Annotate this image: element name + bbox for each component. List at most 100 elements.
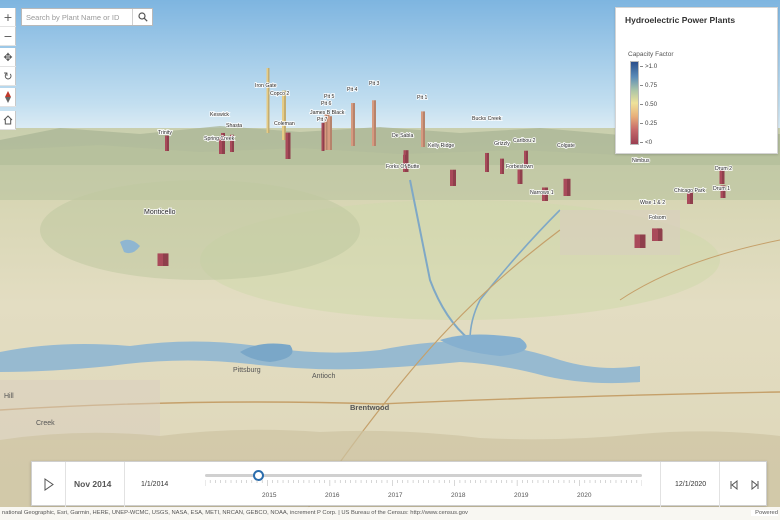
plant-column-shade xyxy=(353,103,355,146)
valley-vegetation xyxy=(40,180,360,280)
navigation-controls: ✥ ↻ xyxy=(0,48,16,86)
legend-stop-label: <0 xyxy=(645,139,653,146)
year-label: 2019 xyxy=(514,492,529,499)
plant-column-shade xyxy=(423,111,425,147)
plant-label: Coleman xyxy=(274,121,295,127)
legend-title: Hydroelectric Power Plants xyxy=(625,15,736,25)
rotate-icon: ↻ xyxy=(3,69,13,83)
place-label-brentwood: Brentwood xyxy=(350,403,390,412)
urban-area xyxy=(0,380,160,440)
plant-label: Shasta xyxy=(226,123,242,129)
slider-track[interactable] xyxy=(205,474,642,477)
plant-column-shade xyxy=(284,90,286,140)
powered-by-link[interactable]: Powered xyxy=(751,510,778,516)
plant-label: Kelly Ridge xyxy=(428,143,454,149)
place-label-antioch: Antioch xyxy=(312,373,335,380)
zoom-in-button[interactable]: + xyxy=(0,8,16,27)
plant-column-shade xyxy=(167,135,169,151)
pan-button[interactable]: ✥ xyxy=(0,48,16,67)
plant-label: Wise 1 & 2 xyxy=(640,200,665,206)
year-label: 2020 xyxy=(577,492,592,499)
step-back-icon xyxy=(730,480,738,490)
next-button[interactable] xyxy=(746,476,764,494)
home-control xyxy=(0,111,16,130)
plant-label: Caribou 2 xyxy=(513,138,536,144)
zoom-controls: + − xyxy=(0,8,16,46)
time-slider: Nov 2014 1/1/2014 2015 2016 2017 2018 20… xyxy=(31,461,767,507)
year-label: 2016 xyxy=(325,492,340,499)
current-date-label: Nov 2014 xyxy=(74,479,112,489)
plant-column-shade xyxy=(722,170,725,184)
plant-label: De Sabla xyxy=(392,133,413,139)
plant-label: Forbestown xyxy=(506,164,533,170)
slider-ticks xyxy=(205,480,642,486)
plant-column-shade xyxy=(330,116,332,150)
plant-column-shade xyxy=(268,67,270,133)
plant-label: Keswick xyxy=(210,112,229,118)
plant-label: Grizzly xyxy=(494,141,510,147)
plant-label: Bucks Creek xyxy=(472,116,502,122)
home-icon xyxy=(3,115,13,125)
previous-button[interactable] xyxy=(725,476,743,494)
plant-column-shade xyxy=(567,178,571,196)
legend-panel: Hydroelectric Power Plants Capacity Fact… xyxy=(615,7,778,154)
plant-label: Nimbus xyxy=(632,158,650,164)
year-label: 2018 xyxy=(451,492,466,499)
legend-stop-label: 0.75 xyxy=(645,82,658,89)
legend-subtitle: Capacity Factor xyxy=(628,51,674,58)
plant-column-shade xyxy=(288,132,291,159)
plant-label: Pit 4 xyxy=(347,87,357,93)
legend-stop-label: 0.50 xyxy=(645,101,658,108)
place-label-creek: Creek xyxy=(36,420,55,427)
plant-label: Copco 2 xyxy=(270,91,289,97)
legend-color-ramp xyxy=(630,61,639,145)
plant-column-shade xyxy=(163,253,169,266)
plant-label: Iron Gate xyxy=(255,83,277,89)
plant-label: Pit 3 xyxy=(369,81,379,87)
search-button[interactable] xyxy=(132,9,152,25)
plant-column-shade xyxy=(520,169,523,184)
zoom-out-button[interactable]: − xyxy=(0,27,16,46)
compass-control xyxy=(0,88,16,107)
plant-label: Pit 1 xyxy=(417,95,427,101)
plant-column-shade xyxy=(323,122,325,151)
search-box xyxy=(21,8,153,26)
move-icon: ✥ xyxy=(3,50,13,64)
attribution-text: national Geographic, Esri, Garmin, HERE,… xyxy=(2,510,468,516)
search-input[interactable] xyxy=(22,9,132,25)
plant-column-shade xyxy=(487,152,489,172)
plant-column-shade xyxy=(502,158,504,174)
plant-label: Chicago Park xyxy=(674,188,706,194)
plant-column-shade xyxy=(658,229,663,241)
plant-label: James B Black xyxy=(310,110,345,116)
year-label: 2015 xyxy=(262,492,277,499)
plant-label: Monticello xyxy=(144,209,176,216)
plant-label: Forks Of Butte xyxy=(386,164,420,170)
legend-stop-label: 0.25 xyxy=(645,120,658,127)
end-date-label: 12/1/2020 xyxy=(675,481,707,488)
plant-label: Pit 5 xyxy=(324,94,334,100)
place-label-pittsburg: Pittsburg xyxy=(233,367,261,374)
play-icon xyxy=(44,478,54,491)
plant-column-shade xyxy=(453,169,456,186)
plant-column-shade xyxy=(640,234,646,248)
search-icon xyxy=(137,12,148,22)
compass-button[interactable] xyxy=(0,88,16,107)
plant-label: Trinity xyxy=(158,130,172,136)
step-forward-icon xyxy=(751,480,759,490)
plant-label: Folsom xyxy=(649,215,666,221)
plant-label: Drum 1 xyxy=(713,186,730,192)
home-button[interactable] xyxy=(0,111,16,130)
plant-label: Drum 2 xyxy=(715,166,732,172)
place-label-hill: Hill xyxy=(4,393,14,400)
rotate-button[interactable]: ↻ xyxy=(0,67,16,86)
compass-icon xyxy=(5,91,11,103)
plant-label: Narrows 1 xyxy=(530,190,554,196)
year-label: 2017 xyxy=(388,492,403,499)
plant-label: Pit 7 xyxy=(317,117,327,123)
plant-label: Pit 6 xyxy=(321,101,331,107)
play-button[interactable] xyxy=(32,462,66,507)
start-date-label: 1/1/2014 xyxy=(141,481,169,488)
plant-column-shade xyxy=(374,100,376,146)
plant-label: Colgate xyxy=(557,143,575,149)
